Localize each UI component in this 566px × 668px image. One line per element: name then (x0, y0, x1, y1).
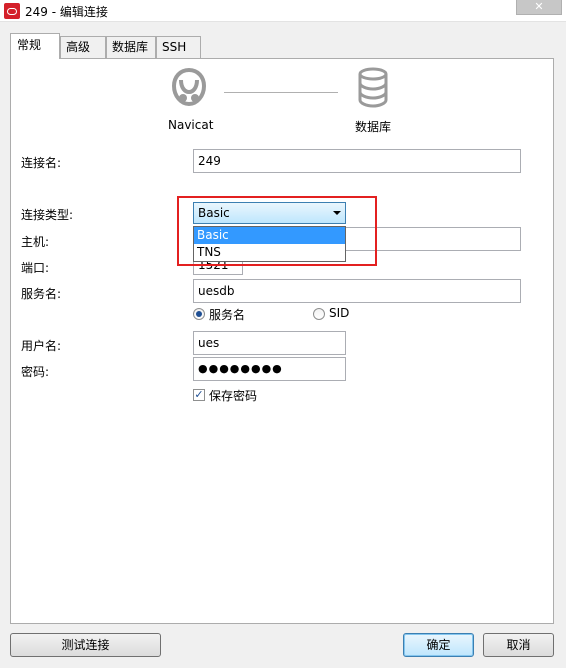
radio-sid[interactable] (313, 308, 325, 320)
dropdown-option-tns[interactable]: TNS (194, 244, 345, 261)
radio-service-name[interactable] (193, 308, 205, 320)
oracle-app-icon (4, 3, 20, 19)
ok-button[interactable]: 确定 (403, 633, 474, 657)
tab-ssh[interactable]: SSH (156, 36, 201, 58)
close-button[interactable]: ✕ (516, 0, 562, 15)
connection-type-label: 连接类型: (21, 208, 74, 222)
service-name-label: 服务名: (21, 287, 62, 301)
navicat-icon (171, 67, 207, 107)
dropdown-option-basic[interactable]: Basic (194, 227, 345, 244)
service-name-input[interactable]: uesdb (193, 279, 521, 303)
cancel-button[interactable]: 取消 (483, 633, 554, 657)
test-connection-button[interactable]: 测试连接 (10, 633, 161, 657)
tab-general[interactable]: 常规 (10, 33, 60, 59)
connection-name-input[interactable]: 249 (193, 149, 521, 173)
title-bar: 249 - 编辑连接 ✕ (0, 0, 566, 22)
save-password-label: 保存密码 (209, 389, 258, 403)
username-input[interactable]: ues (193, 331, 346, 355)
tab-advanced[interactable]: 高级 (60, 36, 106, 58)
database-label: 数据库 (355, 120, 392, 134)
window-title: 249 - 编辑连接 (25, 5, 108, 19)
save-password-checkbox[interactable]: ✓ (193, 389, 205, 401)
username-label: 用户名: (21, 339, 62, 353)
password-label: 密码: (21, 365, 50, 379)
connector-line (224, 92, 338, 93)
navicat-label: Navicat (168, 118, 214, 132)
database-icon (358, 67, 388, 108)
connection-type-dropdown: Basic TNS (193, 226, 346, 262)
host-label: 主机: (21, 235, 50, 249)
radio-sid-label: SID (329, 306, 350, 320)
port-label: 端口: (21, 261, 50, 275)
radio-service-name-label: 服务名 (209, 308, 246, 322)
connection-type-select[interactable]: Basic (193, 202, 346, 224)
connection-type-value: Basic (198, 206, 230, 220)
tab-database[interactable]: 数据库 (106, 36, 156, 58)
connection-name-label: 连接名: (21, 156, 62, 170)
password-input[interactable]: ●●●●●●●● (193, 357, 346, 381)
chevron-down-icon (333, 211, 341, 215)
